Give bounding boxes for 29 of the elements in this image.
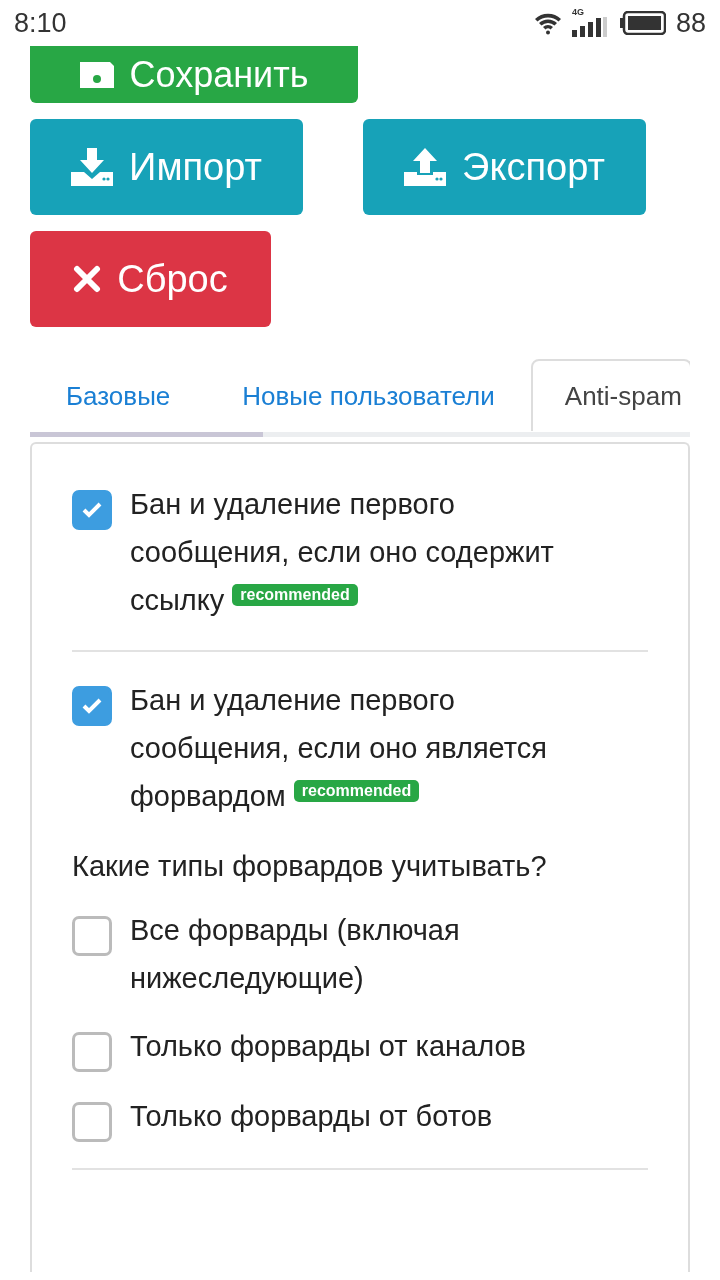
battery-icon: [619, 11, 666, 35]
network-type: 4G: [571, 7, 584, 17]
check-icon: [82, 502, 102, 518]
checkbox[interactable]: [72, 1032, 112, 1072]
checkbox[interactable]: [72, 916, 112, 956]
checkbox-label[interactable]: Все форварды (включая нижеследующие): [130, 906, 610, 1002]
upload-icon: [404, 148, 447, 186]
check-icon: [82, 698, 102, 714]
checkbox-label[interactable]: Только форварды от каналов: [130, 1022, 526, 1070]
checkbox-label[interactable]: Бан и удаление первого сообщения, если оно содержит ссылку recommended: [130, 480, 610, 624]
clock: 8:10: [14, 7, 67, 39]
recommended-badge: recommended: [232, 584, 358, 606]
tab[interactable]: Базовые: [30, 359, 207, 431]
question-text: Какие типы форвардов учитывать?: [72, 849, 548, 884]
checkbox[interactable]: [72, 686, 112, 726]
checkbox-label[interactable]: Бан и удаление первого сообщения, если оно является форвардом recommended: [130, 676, 610, 820]
checkbox[interactable]: [72, 1102, 112, 1142]
tab[interactable]: Новые пользователи: [206, 359, 531, 431]
checkbox[interactable]: [72, 490, 112, 530]
floppy-icon: [79, 61, 114, 88]
close-icon: [73, 265, 102, 293]
download-icon: [71, 148, 114, 186]
battery-level: 88: [675, 7, 706, 39]
reset-button[interactable]: Сброс: [30, 231, 271, 327]
wifi-icon: [533, 11, 562, 35]
scrollbar-thumb[interactable]: [30, 432, 263, 437]
recommended-badge: recommended: [293, 780, 420, 802]
checkbox-label[interactable]: Только форварды от ботов: [130, 1092, 493, 1140]
signal-icon: [571, 17, 608, 37]
